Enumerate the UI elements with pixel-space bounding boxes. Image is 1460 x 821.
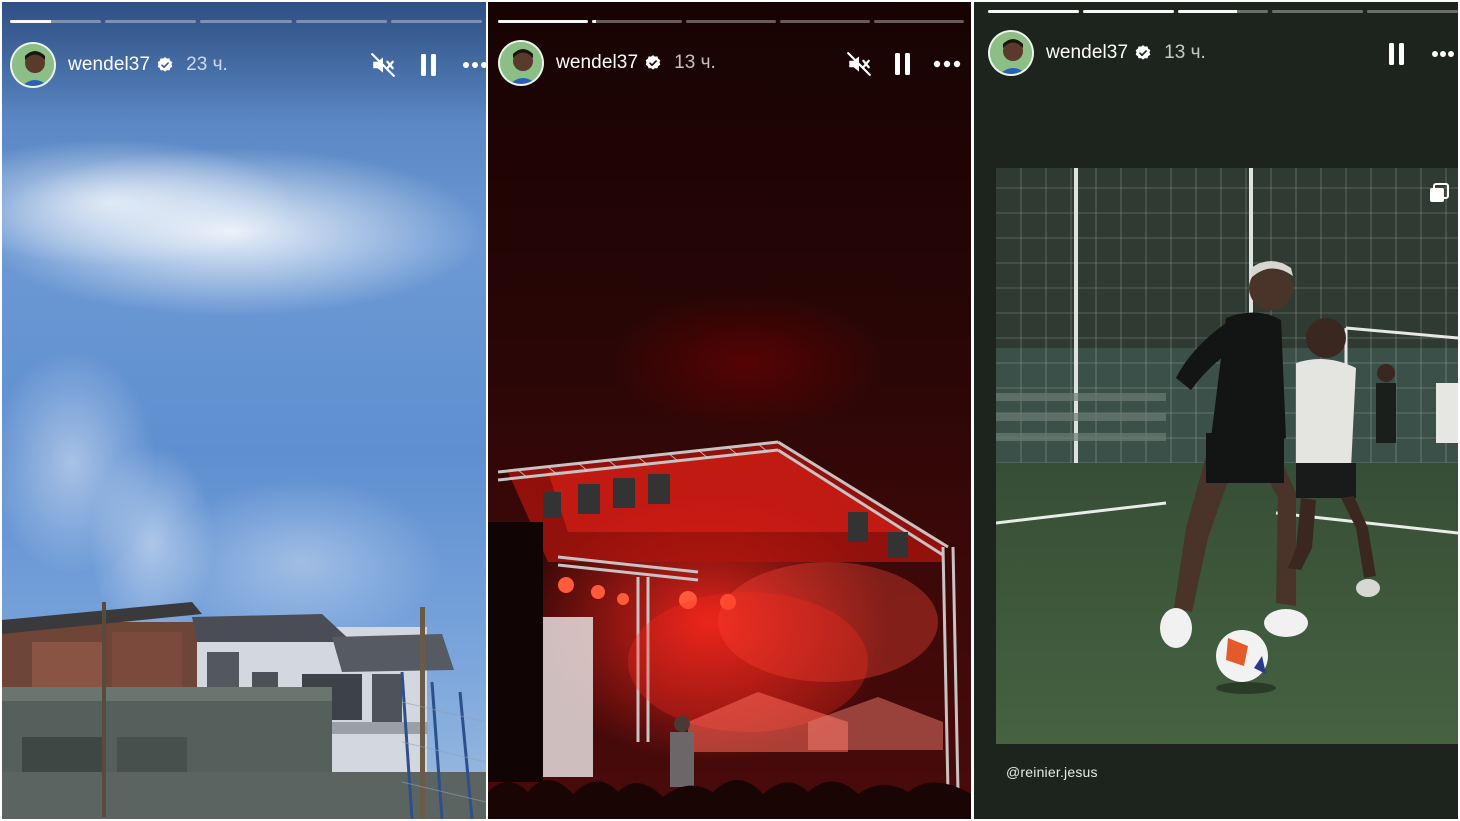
username[interactable]: wendel37 bbox=[556, 52, 638, 74]
progress-segment bbox=[498, 20, 588, 23]
story-controls bbox=[368, 50, 486, 80]
progress-fill bbox=[1177, 10, 1237, 13]
story-header: wendel37 13 ч. bbox=[498, 40, 716, 86]
story-panel-1[interactable]: wendel37 23 ч. bbox=[2, 2, 486, 819]
progress-segment bbox=[295, 20, 387, 23]
multi-image-icon bbox=[1428, 182, 1450, 209]
pause-icon[interactable] bbox=[1382, 39, 1412, 69]
progress-segment bbox=[1082, 10, 1174, 13]
progress-fill bbox=[988, 10, 1079, 13]
story-controls bbox=[844, 49, 962, 79]
more-options-icon[interactable] bbox=[932, 49, 962, 79]
progress-fill bbox=[1082, 10, 1174, 13]
progress-segment bbox=[390, 20, 483, 23]
more-options-icon[interactable] bbox=[460, 50, 486, 80]
avatar[interactable] bbox=[988, 30, 1034, 76]
football-pitch-image bbox=[996, 168, 1458, 744]
progress-bars bbox=[10, 20, 483, 23]
progress-bars bbox=[988, 10, 1458, 13]
progress-segment bbox=[1367, 10, 1458, 13]
story-panel-3[interactable]: wendel37 13 ч. @reinier.jesus bbox=[974, 2, 1458, 819]
story-panel-2[interactable]: wendel37 13 ч. bbox=[488, 2, 971, 819]
progress-fill bbox=[10, 20, 52, 23]
progress-fill bbox=[592, 20, 596, 23]
avatar[interactable] bbox=[10, 42, 56, 88]
story-age: 13 ч. bbox=[1164, 42, 1206, 63]
avatar[interactable] bbox=[498, 40, 544, 86]
progress-fill bbox=[498, 20, 588, 23]
football-photo[interactable] bbox=[996, 168, 1458, 744]
verified-badge-icon bbox=[645, 55, 661, 70]
stage-image bbox=[488, 440, 971, 819]
mention-caption[interactable]: @reinier.jesus bbox=[1006, 764, 1098, 780]
progress-bars bbox=[498, 20, 964, 23]
progress-segment bbox=[988, 10, 1079, 13]
progress-segment bbox=[105, 20, 197, 23]
verified-badge-icon bbox=[1135, 45, 1151, 60]
speaker-muted-icon[interactable] bbox=[844, 49, 874, 79]
pause-icon[interactable] bbox=[888, 49, 918, 79]
progress-segment bbox=[592, 20, 682, 23]
more-options-icon[interactable] bbox=[1428, 39, 1458, 69]
pause-icon[interactable] bbox=[414, 50, 444, 80]
username[interactable]: wendel37 bbox=[68, 54, 150, 76]
progress-segment bbox=[874, 20, 964, 23]
progress-segment bbox=[1272, 10, 1364, 13]
speaker-muted-icon[interactable] bbox=[368, 50, 398, 80]
stories-collage: wendel37 23 ч. wendel37 13 ч. wendel37 1… bbox=[0, 0, 1460, 821]
progress-segment bbox=[686, 20, 776, 23]
progress-segment bbox=[1177, 10, 1269, 13]
story-header: wendel37 23 ч. bbox=[10, 42, 228, 88]
story-age: 13 ч. bbox=[674, 52, 716, 73]
buildings-image bbox=[2, 602, 486, 819]
verified-badge-icon bbox=[157, 57, 173, 72]
progress-segment bbox=[780, 20, 870, 23]
username[interactable]: wendel37 bbox=[1046, 42, 1128, 64]
progress-segment bbox=[10, 20, 102, 23]
story-controls bbox=[1382, 39, 1458, 69]
story-age: 23 ч. bbox=[186, 54, 228, 75]
story-header: wendel37 13 ч. bbox=[988, 30, 1206, 76]
progress-segment bbox=[200, 20, 292, 23]
